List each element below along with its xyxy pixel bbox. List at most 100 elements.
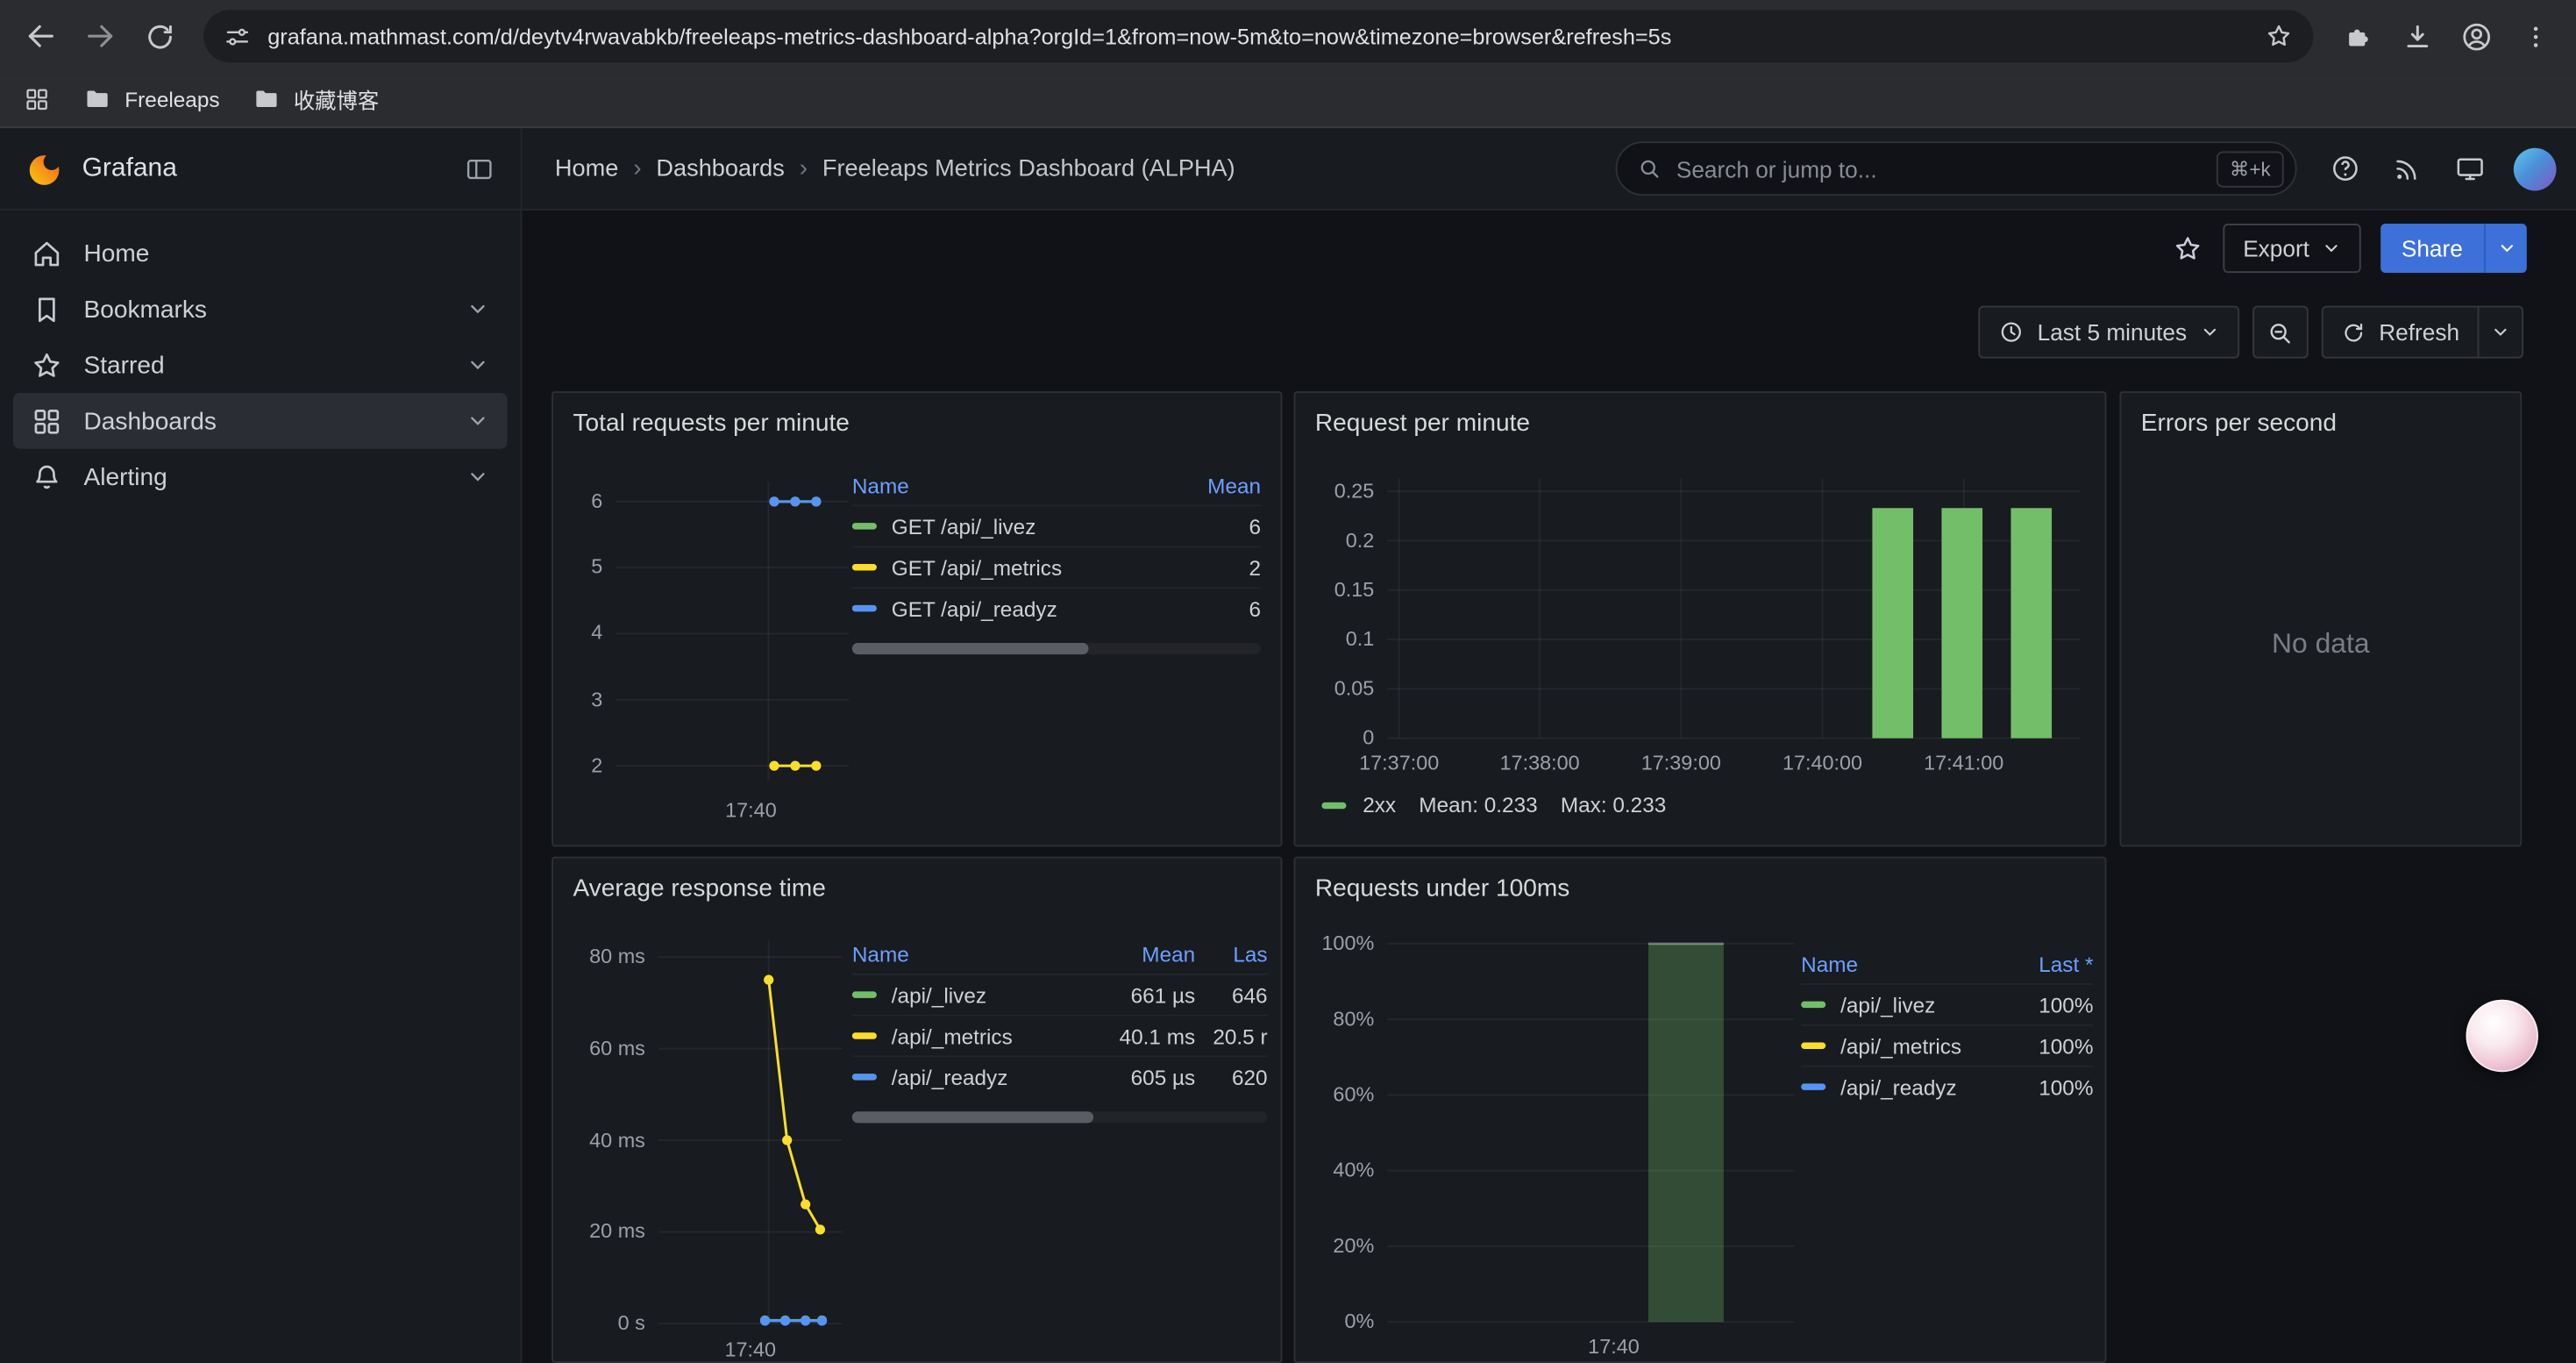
series-color-dash bbox=[852, 1074, 877, 1080]
refresh-label: Refresh bbox=[2379, 319, 2459, 346]
legend-series-name[interactable]: /api/_livez bbox=[852, 982, 1091, 1007]
series-color-dash bbox=[1801, 1083, 1825, 1089]
favorite-star-icon[interactable] bbox=[2173, 232, 2204, 264]
series-color-dash bbox=[1321, 802, 1346, 808]
legend-series-name[interactable]: /api/_metrics bbox=[1801, 1033, 2001, 1058]
panel-title[interactable]: Errors per second bbox=[2121, 393, 2520, 438]
folder-icon bbox=[253, 85, 281, 113]
reload-icon[interactable] bbox=[132, 8, 188, 64]
legend-series-name[interactable]: GET /api/_metrics bbox=[852, 555, 1163, 580]
breadcrumb-item[interactable]: Dashboards bbox=[656, 155, 784, 182]
legend-row: /api/_metrics100% bbox=[1801, 1024, 2093, 1066]
y-axis-label: 100% bbox=[1312, 933, 1374, 953]
y-axis-label: 20% bbox=[1312, 1236, 1374, 1256]
monitor-icon[interactable] bbox=[2441, 140, 2497, 196]
browser-menu-icon[interactable] bbox=[2507, 8, 2563, 64]
legend-column-las[interactable]: Las bbox=[1195, 941, 1267, 966]
bookmark-item[interactable]: 收藏博客 bbox=[253, 84, 379, 116]
y-axis-label: 0.05 bbox=[1312, 679, 1374, 699]
url-bar[interactable]: grafana.mathmast.com/d/deytv4rwavabkb/fr… bbox=[203, 10, 2313, 62]
download-icon[interactable] bbox=[2389, 8, 2445, 64]
y-axis-label: 6 bbox=[566, 491, 602, 511]
refresh-button[interactable]: Refresh bbox=[2323, 308, 2478, 357]
legend-column-name[interactable]: Name bbox=[852, 473, 1163, 497]
scrollbar-thumb[interactable] bbox=[852, 1111, 1093, 1123]
legend-value: 661 µs bbox=[1090, 982, 1195, 1007]
site-info-icon[interactable] bbox=[224, 22, 252, 50]
chevron-down-icon[interactable] bbox=[466, 465, 489, 488]
legend-column-mean[interactable]: Mean bbox=[1090, 941, 1195, 966]
chevron-down-icon[interactable] bbox=[466, 353, 489, 376]
back-icon[interactable] bbox=[13, 8, 69, 64]
grafana-topnav: Grafana Home›Dashboards›Freeleaps Metric… bbox=[0, 128, 2576, 211]
sidebar-item-starred[interactable]: Starred bbox=[13, 337, 508, 393]
scrollbar-thumb[interactable] bbox=[852, 643, 1089, 654]
grafana-logo-icon[interactable] bbox=[26, 151, 62, 187]
profile-icon[interactable] bbox=[2448, 8, 2504, 64]
time-range-picker[interactable]: Last 5 minutes bbox=[1978, 306, 2239, 359]
series-name[interactable]: 2xx bbox=[1363, 793, 1396, 817]
floating-assistant-avatar[interactable] bbox=[2466, 1000, 2538, 1072]
share-button[interactable]: Share bbox=[2380, 224, 2526, 273]
y-axis-label: 3 bbox=[566, 689, 602, 710]
news-rss-icon[interactable] bbox=[2379, 140, 2435, 196]
legend-scrollbar[interactable] bbox=[852, 1111, 1268, 1123]
legend-series-name[interactable]: /api/_metrics bbox=[852, 1024, 1091, 1048]
legend-value: 6 bbox=[1163, 514, 1261, 539]
legend-column-last-[interactable]: Last * bbox=[2002, 951, 2094, 975]
sidebar-item-bookmarks[interactable]: Bookmarks bbox=[13, 282, 508, 338]
url-text: grafana.mathmast.com/d/deytv4rwavabkb/fr… bbox=[267, 24, 2247, 48]
panel-average-response-time: Average response time 80 ms60 ms40 ms20 … bbox=[551, 857, 1282, 1363]
apps-icon bbox=[32, 405, 63, 437]
legend-column-name[interactable]: Name bbox=[852, 941, 1091, 966]
search-input[interactable]: Search or jump to... ⌘+k bbox=[1616, 141, 2297, 196]
y-axis-label: 2 bbox=[566, 755, 602, 775]
legend-series-name[interactable]: GET /api/_livez bbox=[852, 514, 1163, 539]
legend-column-mean[interactable]: Mean bbox=[1163, 473, 1261, 497]
panel-title[interactable]: Requests under 100ms bbox=[1295, 859, 2104, 903]
bookmark-star-icon[interactable] bbox=[2264, 21, 2294, 51]
refresh-interval-dropdown[interactable] bbox=[2478, 308, 2523, 357]
legend-row: GET /api/_metrics2 bbox=[852, 546, 1261, 587]
legend-series-name[interactable]: /api/_readyz bbox=[1801, 1074, 2001, 1099]
sidebar-item-dashboards[interactable]: Dashboards bbox=[13, 393, 508, 449]
brand-name: Grafana bbox=[82, 153, 177, 183]
sidebar-item-home[interactable]: Home bbox=[13, 225, 508, 282]
sidebar-item-label: Alerting bbox=[83, 463, 167, 491]
chevron-down-icon[interactable] bbox=[466, 297, 489, 320]
legend-column-name[interactable]: Name bbox=[1801, 951, 2001, 975]
zoom-out-button[interactable] bbox=[2252, 306, 2309, 359]
legend-series-name[interactable]: /api/_readyz bbox=[852, 1065, 1091, 1089]
panel-title[interactable]: Total requests per minute bbox=[553, 393, 1281, 438]
legend-scrollbar[interactable] bbox=[852, 643, 1261, 654]
sidebar-item-alerting[interactable]: Alerting bbox=[13, 449, 508, 505]
forward-icon[interactable] bbox=[72, 8, 128, 64]
legend-header: NameLast * bbox=[1801, 944, 2093, 983]
user-avatar[interactable] bbox=[2514, 147, 2557, 190]
extensions-icon[interactable] bbox=[2330, 8, 2386, 64]
legend-table: NameMeanLas/api/_livez661 µs646/api/_met… bbox=[852, 934, 1268, 1124]
y-axis-label: 0.1 bbox=[1312, 629, 1374, 649]
help-icon[interactable] bbox=[2316, 140, 2373, 196]
legend-value: 100% bbox=[2002, 992, 2094, 1017]
export-button[interactable]: Export bbox=[2224, 224, 2360, 273]
apps-grid-icon[interactable] bbox=[23, 85, 51, 113]
panel-title[interactable]: Request per minute bbox=[1295, 393, 2104, 438]
legend-series-name[interactable]: /api/_livez bbox=[1801, 992, 2001, 1017]
series-color-dash bbox=[1801, 1042, 1825, 1048]
breadcrumb-item[interactable]: Home bbox=[555, 155, 618, 182]
browser-toolbar: grafana.mathmast.com/d/deytv4rwavabkb/fr… bbox=[0, 0, 2576, 72]
y-axis-label: 0 bbox=[1312, 728, 1374, 748]
x-axis-label: 17:40 bbox=[1588, 1337, 1640, 1357]
share-dropdown-icon[interactable] bbox=[2484, 224, 2527, 273]
panel-title[interactable]: Average response time bbox=[553, 859, 1281, 903]
chevron-down-icon[interactable] bbox=[466, 410, 489, 432]
timeseries-chart[interactable]: 80 ms60 ms40 ms20 ms0 s17:40 bbox=[566, 924, 858, 1363]
legend-row: /api/_readyz100% bbox=[1801, 1066, 2093, 1107]
timeseries-chart[interactable]: 6543217:40 bbox=[566, 459, 858, 846]
bookmark-item[interactable]: Freeleaps bbox=[83, 85, 219, 113]
bar-chart[interactable]: 0.250.20.150.10.05017:37:0017:38:0017:39… bbox=[1312, 465, 2091, 781]
legend-series-name[interactable]: GET /api/_readyz bbox=[852, 596, 1163, 621]
sidebar-toggle-icon[interactable] bbox=[465, 153, 495, 183]
bar-chart[interactable]: 100%80%60%40%20%0%17:40 bbox=[1312, 927, 1804, 1358]
